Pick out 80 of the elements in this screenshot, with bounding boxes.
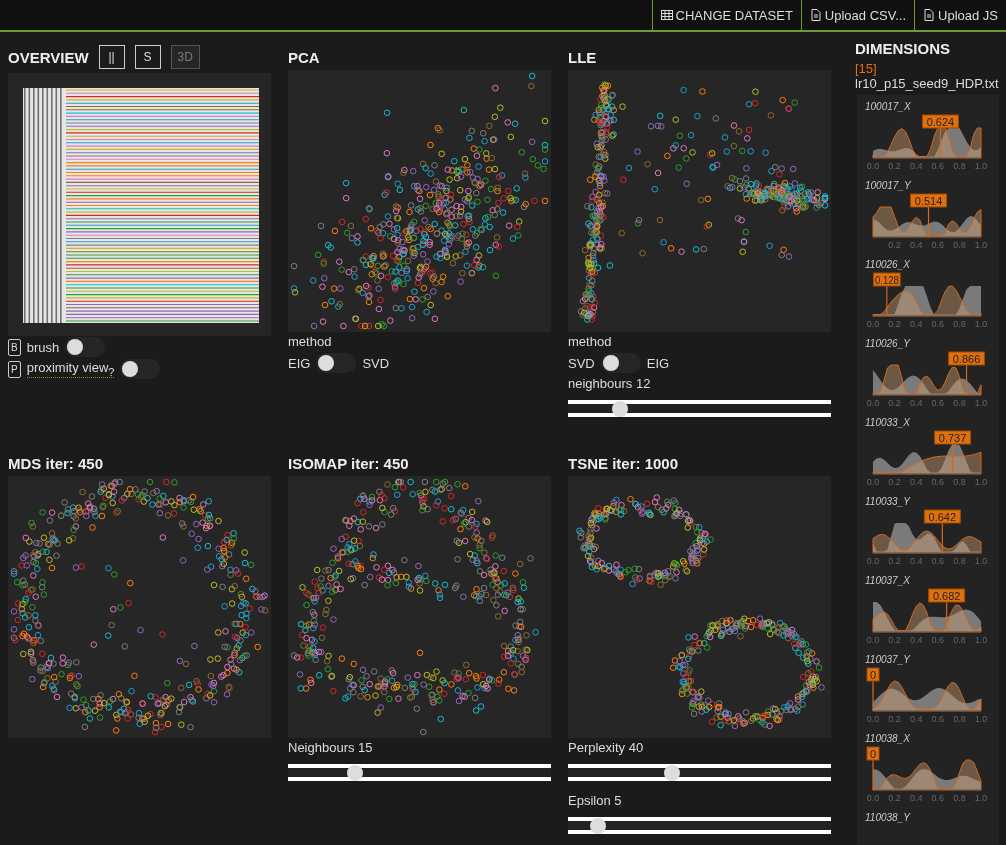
dimension-name: 110038_Y	[865, 812, 910, 823]
upload-button[interactable]: Upload JS	[914, 0, 1006, 30]
slider-label: Perplexity 40	[568, 740, 645, 757]
slider-track[interactable]	[568, 400, 831, 417]
axis-tick: 1.0	[974, 477, 988, 487]
dimension-name: 110037_X	[865, 575, 910, 586]
axis-tick: 1.0	[974, 793, 988, 803]
dimension-name: 110026_X	[865, 259, 910, 270]
slider-thumb[interactable]	[612, 401, 629, 417]
axis-tick: 1.0	[974, 635, 988, 645]
upload-button[interactable]: Upload CSV...	[800, 0, 914, 30]
panel-title: TSNE iter: 1000	[568, 453, 680, 474]
axis-tick: 0.2	[888, 556, 901, 566]
slider-label: neighbours 12	[568, 376, 652, 393]
toggle-switch[interactable]	[65, 337, 106, 357]
axis-tick: 0.8	[953, 793, 966, 803]
view-button[interactable]: S	[134, 45, 161, 69]
axis-tick: 1.0	[974, 556, 988, 566]
dimension-count: [15]	[855, 61, 878, 76]
slider-thumb[interactable]	[664, 765, 681, 781]
slider-track[interactable]	[568, 817, 831, 834]
view-button[interactable]: ||	[98, 45, 125, 69]
axis-tick: 0.8	[953, 477, 966, 487]
axis-tick: 0.8	[953, 240, 966, 250]
panel-title: DIMENSIONS	[855, 40, 951, 57]
dimension-name: 110038_X	[865, 733, 910, 744]
panel-title: MDS iter: 450	[8, 453, 105, 474]
option-label: EIG	[288, 355, 311, 371]
panel-title: OVERVIEW	[8, 48, 89, 66]
panel-title: LLE	[568, 47, 598, 68]
slider-track[interactable]	[568, 764, 831, 781]
axis-tick: 0.2	[888, 635, 901, 645]
dimension-name: 110026_Y	[865, 338, 910, 349]
axis-tick: 0.2	[888, 240, 901, 250]
dimension-name: 110033_Y	[865, 496, 910, 507]
shortcut-key: P	[8, 360, 21, 378]
slider-label: Neighbours 15	[288, 740, 374, 757]
dimension-name: 110033_X	[865, 417, 910, 428]
slider-thumb[interactable]	[347, 765, 364, 781]
axis-tick: 0.2	[888, 398, 901, 408]
axis-tick: 0.8	[953, 398, 966, 408]
shortcut-key: B	[8, 338, 21, 356]
axis-tick: 0.8	[953, 635, 966, 645]
slider-label: Epsilon 5	[568, 793, 623, 810]
slider-track[interactable]	[288, 764, 551, 781]
axis-tick: 1.0	[974, 714, 988, 724]
dimension-name: 100017_Y	[865, 180, 911, 191]
dimension-name: 100017_X	[865, 101, 911, 112]
option-label: SVD	[362, 355, 390, 371]
axis-tick: 0.2	[888, 319, 901, 329]
control-label: method	[288, 334, 333, 351]
option-label: brush	[26, 339, 60, 355]
table-icon	[660, 9, 673, 21]
axis-tick: 0.8	[953, 714, 966, 724]
axis-tick: 1.0	[974, 161, 988, 171]
document-icon	[809, 9, 822, 21]
axis-tick: 0.2	[888, 477, 901, 487]
axis-tick: 0.8	[953, 161, 966, 171]
axis-tick: 0.2	[888, 714, 901, 724]
panel-title: ISOMAP iter: 450	[288, 453, 410, 474]
change-dataset-button[interactable]: CHANGE DATASET	[651, 0, 801, 30]
option-label: proximity view$_{?}$	[26, 359, 115, 379]
file-name: lr10_p15_seed9_HDP.txt	[855, 76, 1000, 91]
axis-tick: 0.2	[888, 793, 901, 803]
document-icon	[923, 9, 935, 21]
panel-title: PCA	[288, 47, 321, 68]
toggle-switch[interactable]	[316, 353, 357, 373]
toggle-switch[interactable]	[600, 353, 641, 373]
axis-tick: 0.8	[953, 319, 966, 329]
control-label: method	[568, 334, 613, 351]
option-label: EIG	[646, 355, 670, 371]
dimension-name: 110037_Y	[865, 654, 910, 665]
axis-tick: 0.2	[888, 161, 901, 171]
axis-tick: 1.0	[974, 398, 988, 408]
axis-tick: 1.0	[974, 319, 988, 329]
slider-thumb[interactable]	[590, 818, 607, 834]
toggle-switch[interactable]	[120, 359, 161, 379]
axis-tick: 0.8	[953, 556, 966, 566]
axis-tick: 1.0	[974, 240, 988, 250]
option-label: SVD	[568, 355, 595, 371]
